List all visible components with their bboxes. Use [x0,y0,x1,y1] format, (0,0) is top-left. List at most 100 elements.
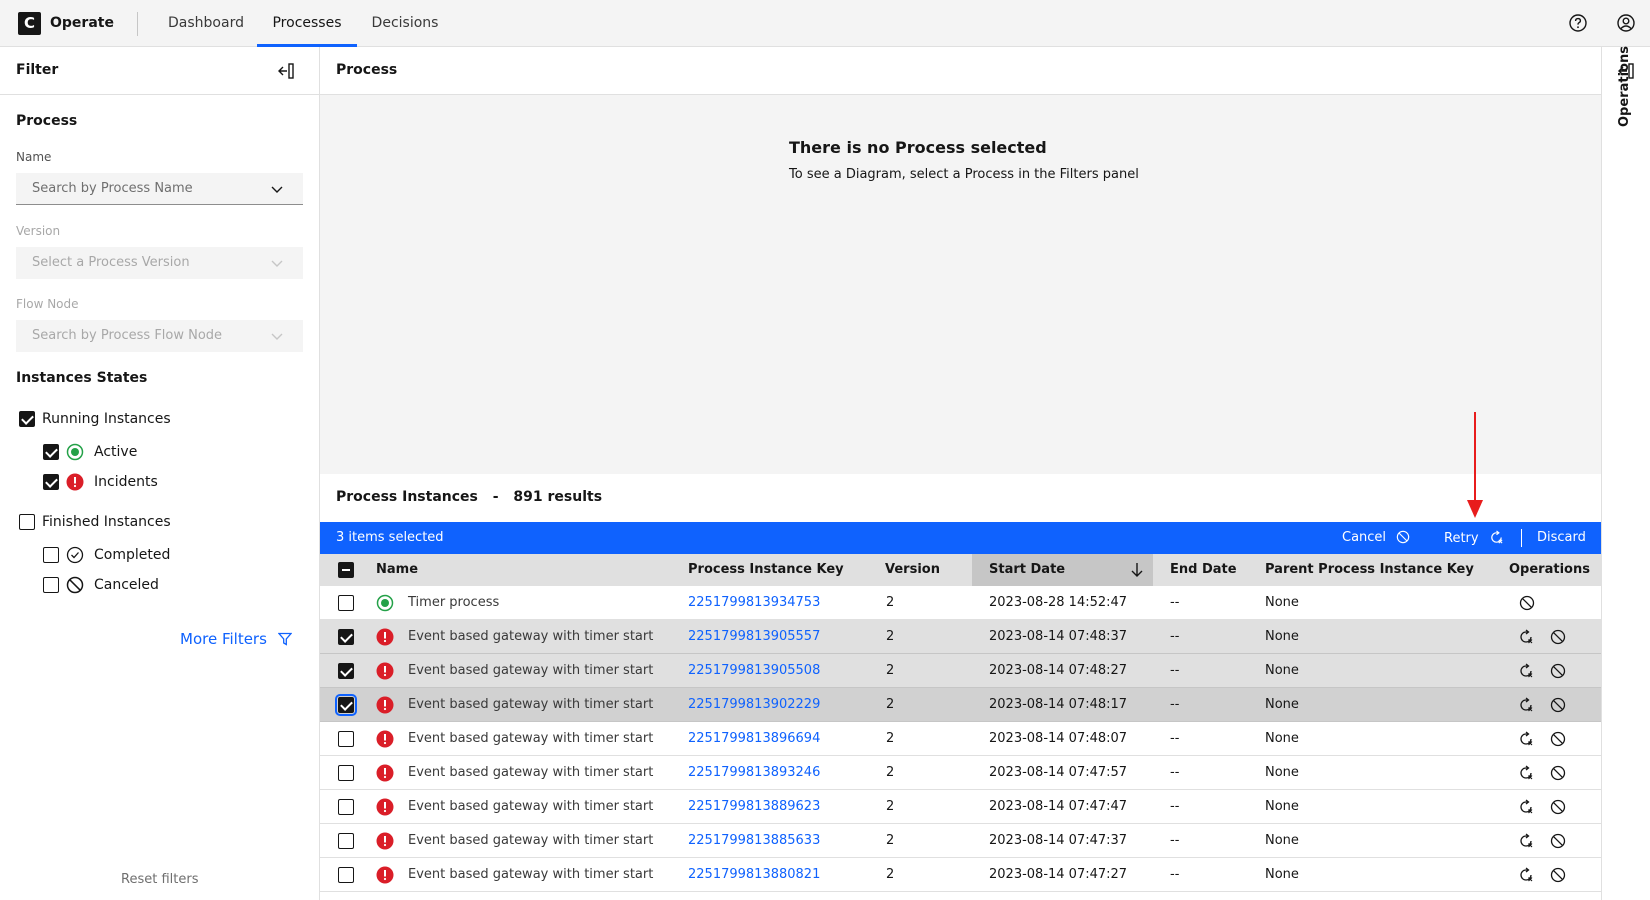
cancel-icon[interactable] [1550,833,1566,849]
row-checkbox[interactable] [338,799,354,815]
version-value: 2 [886,765,895,780]
table-row[interactable]: Event based gateway with timer start 2251… [320,688,1601,722]
process-panel-title: Process [336,62,398,78]
retry-icon [1490,530,1503,544]
table-row[interactable]: Event based gateway with timer start 2251… [320,756,1601,790]
active-label: Active [94,444,138,460]
parent-key-value: None [1265,833,1299,848]
annotation-arrow-icon [1467,412,1483,518]
finished-instances-checkbox[interactable] [19,514,35,530]
completed-checkbox[interactable] [43,547,59,563]
process-name-placeholder: Search by Process Name [32,181,193,196]
row-checkbox[interactable] [338,867,354,883]
incident-state-icon [66,473,84,491]
flow-node-label: Flow Node [16,297,79,311]
flow-node-select[interactable]: Search by Process Flow Node [16,320,303,352]
instance-key-link[interactable]: 2251799813902229 [688,697,820,712]
app-name[interactable]: Operate [50,15,114,31]
instance-key-link[interactable]: 2251799813893246 [688,765,820,780]
process-name: Event based gateway with timer start [408,697,654,712]
table-row[interactable]: Event based gateway with timer start 2251… [320,790,1601,824]
running-instances-checkbox[interactable] [19,411,35,427]
row-checkbox[interactable] [338,833,354,849]
instances-title: Process Instances - 891 results [336,489,602,505]
retry-icon[interactable] [1518,629,1534,645]
column-version[interactable]: Version [885,562,940,577]
help-icon[interactable] [1568,13,1588,33]
column-name[interactable]: Name [376,562,418,577]
more-filters-label: More Filters [180,630,267,648]
retry-icon[interactable] [1518,765,1534,781]
diagram-area: There is no Process selected To see a Di… [320,95,1601,474]
process-name: Event based gateway with timer start [408,833,654,848]
user-icon[interactable] [1616,13,1636,33]
results-count: 891 results [513,489,603,505]
batch-discard-button[interactable]: Discard [1537,530,1586,545]
table-row[interactable]: Event based gateway with timer start 2251… [320,858,1601,892]
table-row[interactable]: Event based gateway with timer start 2251… [320,824,1601,858]
batch-retry-button[interactable]: Retry [1444,530,1504,546]
batch-retry-label: Retry [1444,531,1479,546]
cancel-icon[interactable] [1550,799,1566,815]
retry-icon[interactable] [1518,799,1534,815]
retry-icon[interactable] [1518,731,1534,747]
instance-key-link[interactable]: 2251799813905557 [688,629,820,644]
tab-decisions[interactable]: Decisions [362,0,448,47]
batch-separator [1521,529,1522,547]
instance-key-link[interactable]: 2251799813896694 [688,731,820,746]
version-value: 2 [886,799,895,814]
table-row[interactable]: Event based gateway with timer start 2251… [320,654,1601,688]
end-date-value: -- [1170,663,1180,678]
column-parent-key[interactable]: Parent Process Instance Key [1265,562,1474,577]
tab-processes[interactable]: Processes [257,0,357,47]
row-checkbox[interactable] [338,595,354,611]
instance-key-link[interactable]: 2251799813889623 [688,799,820,814]
table-row[interactable]: Timer process 2251799813934753 2 2023-08-28… [320,586,1601,620]
row-checkbox[interactable] [338,765,354,781]
table-row[interactable]: Event based gateway with timer start 2251… [320,722,1601,756]
column-process-instance-key[interactable]: Process Instance Key [688,562,844,577]
column-end-date[interactable]: End Date [1170,562,1237,577]
retry-icon[interactable] [1518,833,1534,849]
collapse-panel-icon[interactable] [277,62,295,80]
process-version-select[interactable]: Select a Process Version [16,247,303,279]
instance-key-link[interactable]: 2251799813934753 [688,595,820,610]
cancel-icon[interactable] [1550,663,1566,679]
incidents-checkbox[interactable] [43,474,59,490]
active-checkbox[interactable] [43,444,59,460]
sort-descending-icon[interactable] [1130,561,1144,579]
instance-key-link[interactable]: 2251799813885633 [688,833,820,848]
tab-dashboard[interactable]: Dashboard [160,0,252,47]
row-checkbox[interactable] [338,663,354,679]
active-state-icon [376,594,394,612]
instances-header: Process Instances - 891 results [320,474,1601,522]
instance-key-link[interactable]: 2251799813880821 [688,867,820,882]
operations-rail-label: Operations [1617,46,1632,127]
column-start-date[interactable]: Start Date [989,562,1065,577]
process-name-select[interactable]: Search by Process Name [16,173,303,205]
cancel-icon[interactable] [1519,595,1535,611]
canceled-checkbox[interactable] [43,577,59,593]
instances-title-text: Process Instances [336,489,478,505]
parent-key-value: None [1265,697,1299,712]
instance-key-link[interactable]: 2251799813905508 [688,663,820,678]
retry-icon[interactable] [1518,867,1534,883]
camunda-logo-icon[interactable]: C [18,12,41,35]
reset-filters-button[interactable]: Reset filters [121,872,198,887]
row-checkbox[interactable] [335,694,357,716]
operations-rail[interactable]: Operations [1601,46,1650,900]
table-row[interactable]: Event based gateway with timer start 2251… [320,620,1601,654]
row-checkbox[interactable] [338,629,354,645]
row-checkbox[interactable] [338,731,354,747]
cancel-icon[interactable] [1550,867,1566,883]
parent-key-value: None [1265,663,1299,678]
cancel-icon[interactable] [1550,731,1566,747]
batch-cancel-button[interactable]: Cancel [1342,530,1410,545]
retry-icon[interactable] [1518,697,1534,713]
cancel-icon[interactable] [1550,629,1566,645]
more-filters-button[interactable]: More Filters [180,630,293,648]
cancel-icon[interactable] [1550,765,1566,781]
retry-icon[interactable] [1518,663,1534,679]
select-all-checkbox[interactable] [338,562,354,578]
cancel-icon[interactable] [1550,697,1566,713]
